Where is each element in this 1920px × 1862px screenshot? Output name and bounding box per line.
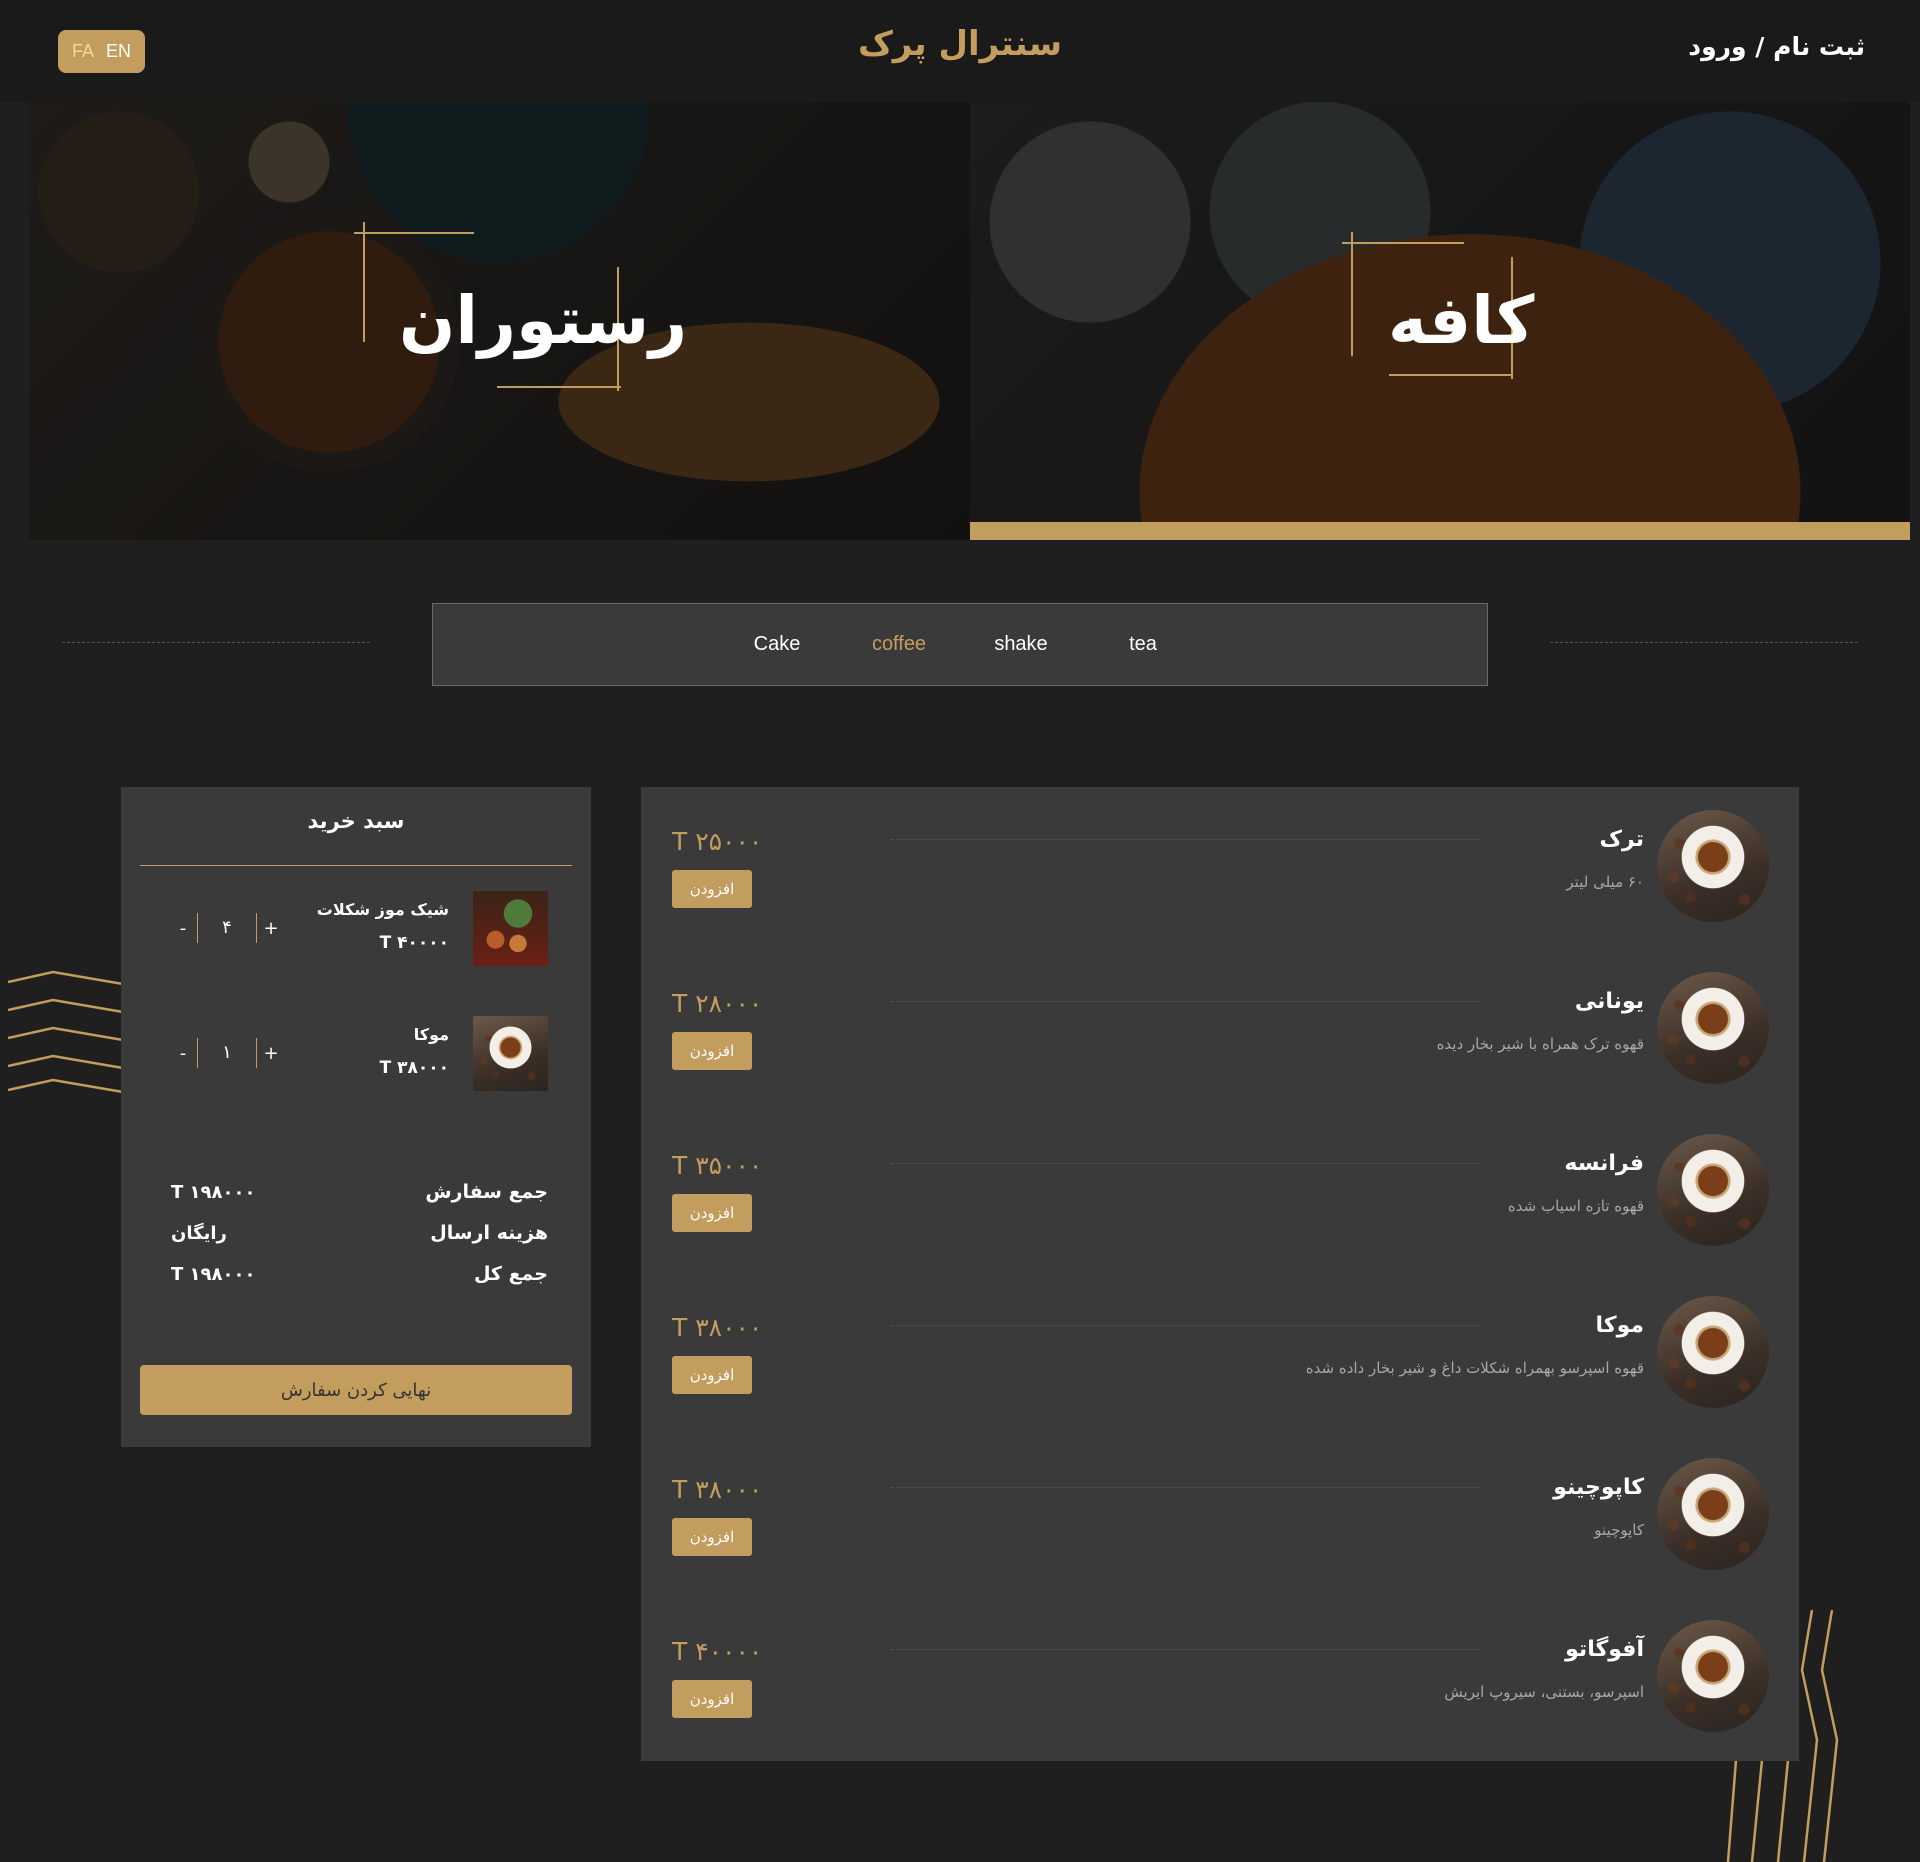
menu-item-price: T ۳۸۰۰۰: [672, 1475, 763, 1504]
add-to-cart-button[interactable]: افزودن: [672, 1680, 752, 1718]
menu-item-price: T ۲۸۰۰۰: [672, 989, 763, 1018]
shipping-value: رایگان: [171, 1222, 227, 1244]
shipping-row: هزینه ارسال رایگان: [171, 1219, 548, 1247]
subtotal-label: جمع سفارش: [425, 1181, 548, 1203]
dotted-leader: [891, 1649, 1481, 1650]
signup-login-link[interactable]: ثبت نام / ورود: [1688, 32, 1865, 61]
coffee-icon: [1657, 1620, 1769, 1732]
total-label: جمع کل: [473, 1263, 548, 1285]
cart-item-name: موکا: [413, 1025, 449, 1044]
menu-item-description: ۶۰ میلی لیتر: [1566, 873, 1644, 891]
checkout-button[interactable]: نهایی کردن سفارش: [140, 1365, 572, 1415]
menu-item-description: کاپوچینو: [1594, 1521, 1644, 1539]
coffee-icon: [473, 1016, 548, 1091]
cart-item: موکا T ۳۸۰۰۰ - ۱ +: [121, 1016, 591, 1096]
brand-title[interactable]: سنترال پرک: [760, 24, 1160, 64]
menu-item: کاپوچینو کاپوچینو T ۳۸۰۰۰ افزودن: [641, 1435, 1799, 1570]
coffee-icon: [1657, 810, 1769, 922]
zigzag-decoration-left: [8, 970, 123, 1094]
divider-right: [1550, 642, 1858, 643]
menu-item-price: T ۳۸۰۰۰: [672, 1313, 763, 1342]
dotted-leader: [891, 1325, 1481, 1326]
divider-left: [62, 642, 370, 643]
quantity-stepper: - ۱ +: [169, 1038, 285, 1068]
menu-item-name: کاپوچینو: [1553, 1475, 1644, 1500]
dotted-leader: [891, 1163, 1481, 1164]
tab-tea[interactable]: tea: [1082, 633, 1204, 656]
frame-corner: [1342, 242, 1464, 244]
cart-item-price: T ۳۸۰۰۰: [379, 1058, 449, 1078]
menu-item-description: قهوه ترک همراه با شیر بخار دیده: [1436, 1035, 1644, 1053]
restaurant-banner[interactable]: رستوران: [29, 102, 970, 540]
restaurant-label: رستوران: [399, 282, 688, 359]
order-subtotal-row: جمع سفارش T ۱۹۸۰۰۰: [171, 1178, 548, 1206]
decrease-button[interactable]: -: [169, 1043, 197, 1064]
lang-fa-option[interactable]: FA: [72, 41, 94, 62]
dotted-leader: [891, 839, 1481, 840]
category-tabs: Cake coffee shake tea: [432, 603, 1488, 686]
add-to-cart-button[interactable]: افزودن: [672, 1356, 752, 1394]
decrease-button[interactable]: -: [169, 918, 197, 939]
quantity-stepper: - ۴ +: [169, 913, 285, 943]
add-to-cart-button[interactable]: افزودن: [672, 870, 752, 908]
cafe-label: کافه: [1388, 282, 1535, 359]
menu-item-description: اسپرسو، بستنی، سیروپ ایریش: [1444, 1683, 1644, 1701]
quantity-value: ۴: [197, 913, 257, 943]
menu-item-name: آفوگاتو: [1565, 1637, 1644, 1662]
coffee-icon: [1657, 1134, 1769, 1246]
cart-item: شیک موز شکلات T ۴۰۰۰۰ - ۴ +: [121, 891, 591, 971]
add-to-cart-button[interactable]: افزودن: [672, 1518, 752, 1556]
cart-title: سبد خرید: [307, 809, 405, 833]
menu-item: یونانی قهوه ترک همراه با شیر بخار دیده T…: [641, 949, 1799, 1084]
shake-icon: [473, 891, 548, 966]
active-banner-indicator: [970, 522, 1910, 540]
top-header: FA EN سنترال پرک ثبت نام / ورود: [0, 0, 1920, 102]
dotted-leader: [891, 1001, 1481, 1002]
menu-item-name: ترک: [1599, 827, 1644, 852]
menu-item: ترک ۶۰ میلی لیتر T ۲۵۰۰۰ افزودن: [641, 787, 1799, 922]
menu-list-panel: ترک ۶۰ میلی لیتر T ۲۵۰۰۰ افزودن یونانی ق…: [641, 787, 1799, 1761]
coffee-icon: [1657, 1458, 1769, 1570]
menu-item-price: T ۲۵۰۰۰: [672, 827, 763, 856]
menu-item-name: یونانی: [1574, 989, 1644, 1014]
coffee-icon: [1657, 1296, 1769, 1408]
lang-en-option[interactable]: EN: [106, 41, 131, 62]
tab-cake[interactable]: Cake: [716, 633, 838, 656]
dotted-leader: [891, 1487, 1481, 1488]
frame-corner: [497, 386, 621, 388]
frame-corner: [354, 232, 474, 234]
menu-item-description: قهوه تازه اسیاب شده: [1507, 1197, 1644, 1215]
grand-total-row: جمع کل T ۱۹۸۰۰۰: [171, 1260, 548, 1288]
frame-corner: [363, 222, 365, 342]
add-to-cart-button[interactable]: افزودن: [672, 1032, 752, 1070]
cart-item-price: T ۴۰۰۰۰: [379, 933, 449, 953]
tab-coffee[interactable]: coffee: [838, 633, 960, 656]
increase-button[interactable]: +: [257, 1043, 285, 1064]
add-to-cart-button[interactable]: افزودن: [672, 1194, 752, 1232]
menu-item-name: فرانسه: [1564, 1151, 1644, 1176]
shipping-label: هزینه ارسال: [430, 1222, 548, 1244]
cart-item-name: شیک موز شکلات: [316, 900, 449, 919]
increase-button[interactable]: +: [257, 918, 285, 939]
menu-item-price: T ۴۰۰۰۰: [672, 1637, 763, 1666]
coffee-icon: [1657, 972, 1769, 1084]
menu-item-price: T ۳۵۰۰۰: [672, 1151, 763, 1180]
menu-item: فرانسه قهوه تازه اسیاب شده T ۳۵۰۰۰ افزود…: [641, 1111, 1799, 1246]
frame-corner: [1351, 232, 1353, 356]
cart-divider: [140, 865, 572, 866]
subtotal-value: T ۱۹۸۰۰۰: [171, 1181, 256, 1203]
quantity-value: ۱: [197, 1038, 257, 1068]
shopping-cart-panel: سبد خرید شیک موز شکلات T ۴۰۰۰۰ - ۴ + موک…: [121, 787, 591, 1447]
menu-item-description: قهوه اسپرسو بهمراه شکلات داغ و شیر بخار …: [1305, 1359, 1644, 1377]
total-value: T ۱۹۸۰۰۰: [171, 1263, 256, 1285]
frame-corner: [1389, 374, 1513, 376]
cafe-banner[interactable]: کافه: [970, 102, 1910, 540]
language-switcher[interactable]: FA EN: [58, 30, 145, 73]
menu-item-name: موکا: [1595, 1313, 1644, 1338]
menu-item: آفوگاتو اسپرسو، بستنی، سیروپ ایریش T ۴۰۰…: [641, 1597, 1799, 1732]
tab-shake[interactable]: shake: [960, 633, 1082, 656]
menu-item: موکا قهوه اسپرسو بهمراه شکلات داغ و شیر …: [641, 1273, 1799, 1408]
